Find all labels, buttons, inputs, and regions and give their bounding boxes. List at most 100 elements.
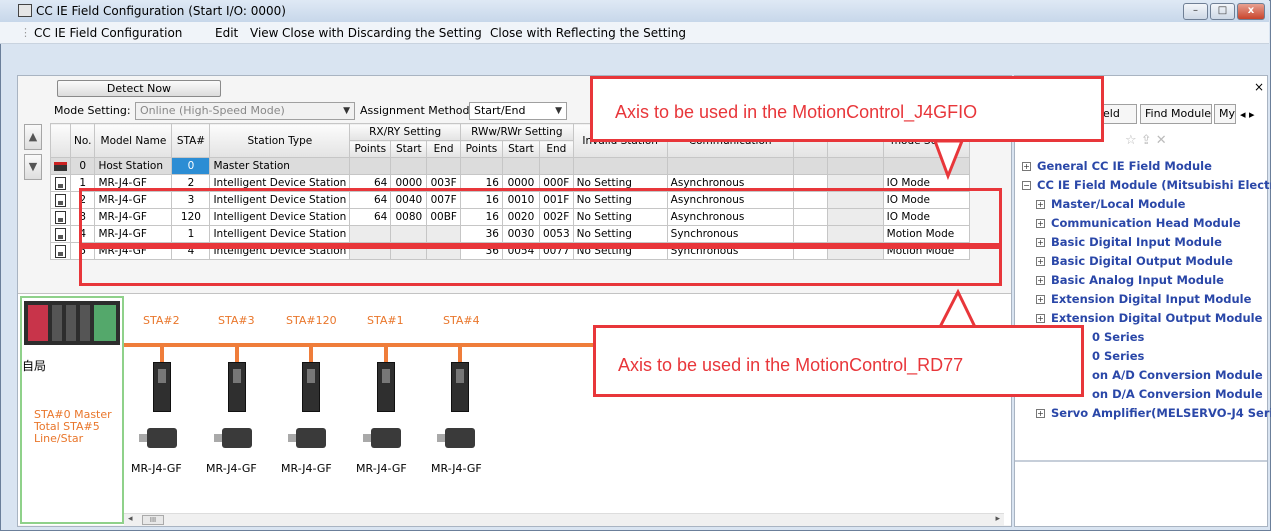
tab-scroll-arrows-icon[interactable]: ◂ ▸	[1240, 108, 1255, 121]
detect-now-button[interactable]: Detect Now	[57, 80, 221, 97]
header-rw-start: Start	[501, 140, 540, 158]
panel-splitter[interactable]	[1015, 460, 1267, 462]
cell-invalid	[572, 157, 668, 175]
servo-amplifier-icon[interactable]	[288, 362, 326, 462]
menu-view[interactable]: View	[250, 26, 278, 40]
tree-item-label: Servo Amplifier(MELSERVO-J4 Seri	[1051, 406, 1271, 420]
tab-my-favorites[interactable]: My	[1214, 104, 1236, 124]
servo-amplifier-icon	[55, 193, 66, 207]
cell-rw-start	[501, 157, 540, 175]
station-model-label: MR-J4-GF	[206, 462, 257, 475]
menu-close-discarding[interactable]: Close with Discarding the Setting	[282, 26, 482, 40]
cell-rx-start	[390, 157, 428, 175]
menu-grip: ⋮	[20, 26, 31, 39]
scroll-left-icon[interactable]: ◂	[128, 514, 133, 524]
tree-item-ad-conversion-module[interactable]: on A/D Conversion Module	[1092, 368, 1263, 382]
expand-icon[interactable]: +	[1036, 238, 1045, 247]
maximize-button[interactable]: □	[1210, 3, 1235, 20]
tree-item-label: Basic Digital Input Module	[1051, 235, 1222, 249]
callout-rd77: Axis to be used in the MotionControl_RD7…	[593, 325, 1084, 397]
scroll-thumb[interactable]: III	[142, 515, 164, 525]
cell-model: Host Station	[94, 157, 173, 175]
menu-close-reflecting[interactable]: Close with Reflecting the Setting	[490, 26, 686, 40]
app-icon	[18, 4, 32, 17]
tree-item-master-local-module[interactable]: + Master/Local Module	[1036, 197, 1185, 211]
diagram-horizontal-scrollbar[interactable]: ◂ III ▸	[124, 513, 1004, 526]
panel-close-icon[interactable]: ×	[1254, 80, 1264, 94]
station-icon-cell	[50, 225, 71, 243]
header-model-name[interactable]: Model Name	[94, 123, 173, 158]
host-station-icon	[54, 161, 67, 171]
expand-icon[interactable]: +	[1036, 200, 1045, 209]
expand-icon[interactable]: +	[1036, 257, 1045, 266]
expand-icon[interactable]: +	[1036, 295, 1045, 304]
move-down-button[interactable]: ▼	[24, 154, 42, 180]
favorite-toolbar-icons: ☆ ⇪ ✕	[1125, 133, 1167, 148]
header-rx-end: End	[426, 140, 461, 158]
cell-rx-points	[349, 157, 392, 175]
tree-item-series-b[interactable]: 0 Series	[1092, 349, 1144, 363]
tree-item-extension-digital-output-module[interactable]: + Extension Digital Output Module	[1036, 311, 1262, 325]
cell-blank-2	[826, 157, 884, 175]
minimize-button[interactable]: –	[1183, 3, 1208, 20]
header-rw-points: Points	[459, 140, 503, 158]
header-station-type[interactable]: Station Type	[209, 123, 351, 158]
menu-cc-ie-field-configuration[interactable]: CC IE Field Configuration	[34, 26, 182, 40]
mode-setting-value: Online (High-Speed Mode)	[140, 104, 285, 117]
assignment-method-label: Assignment Method:	[360, 104, 474, 117]
servo-amplifier-icon	[55, 227, 66, 241]
servo-amplifier-icon[interactable]	[363, 362, 401, 462]
cell-sta[interactable]: 0	[171, 157, 211, 175]
expand-icon[interactable]: +	[1036, 409, 1045, 418]
collapse-icon[interactable]: −	[1022, 181, 1031, 190]
move-up-button[interactable]: ▲	[24, 124, 42, 150]
plc-module-icon	[24, 301, 120, 345]
station-icon-cell	[50, 191, 71, 209]
servo-amplifier-icon[interactable]	[437, 362, 475, 462]
tree-item-series-a[interactable]: 0 Series	[1092, 330, 1144, 344]
servo-amplifier-icon[interactable]	[214, 362, 252, 462]
station-model-label: MR-J4-GF	[281, 462, 332, 475]
menu-edit[interactable]: Edit	[215, 26, 238, 40]
host-station-icon-cell	[50, 157, 71, 175]
bus-drop-line	[458, 345, 462, 362]
tree-item-communication-head-module[interactable]: + Communication Head Module	[1036, 216, 1241, 230]
scroll-right-icon[interactable]: ▸	[995, 514, 1000, 524]
station-label-sta120: STA#120	[286, 314, 337, 327]
expand-icon[interactable]: +	[1036, 314, 1045, 323]
bus-drop-line	[309, 345, 313, 362]
header-sta[interactable]: STA#	[171, 123, 211, 158]
header-icon-col	[50, 123, 71, 158]
tree-item-basic-digital-input-module[interactable]: + Basic Digital Input Module	[1036, 235, 1222, 249]
station-icon-cell	[50, 174, 71, 192]
station-model-label: MR-J4-GF	[131, 462, 182, 475]
table-row[interactable]: 0 Host Station 0 Master Station	[50, 157, 970, 175]
dropdown-arrow-icon: ▼	[343, 106, 350, 116]
assignment-method-value: Start/End	[474, 104, 526, 117]
expand-icon[interactable]: +	[1036, 219, 1045, 228]
tree-item-extension-digital-input-module[interactable]: + Extension Digital Input Module	[1036, 292, 1251, 306]
assignment-method-select[interactable]: Start/End ▼	[469, 102, 567, 120]
tree-item-servo-amplifier[interactable]: + Servo Amplifier(MELSERVO-J4 Seri	[1036, 406, 1271, 420]
tab-find-module[interactable]: Find Module	[1140, 104, 1212, 124]
tree-item-label: General CC IE Field Module	[1037, 159, 1212, 173]
tree-item-label: Extension Digital Output Module	[1051, 311, 1263, 325]
station-label-sta3: STA#3	[218, 314, 255, 327]
tree-item-basic-analog-input-module[interactable]: + Basic Analog Input Module	[1036, 273, 1224, 287]
expand-icon[interactable]: +	[1036, 276, 1045, 285]
mode-setting-select[interactable]: Online (High-Speed Mode) ▼	[135, 102, 355, 120]
expand-icon[interactable]: +	[1022, 162, 1031, 171]
header-no[interactable]: No.	[69, 123, 96, 158]
bus-drop-line	[160, 345, 164, 362]
tree-item-label: Extension Digital Input Module	[1051, 292, 1252, 306]
close-button[interactable]: x	[1237, 3, 1265, 20]
station-icon-cell	[50, 242, 71, 260]
servo-amplifier-icon	[55, 244, 66, 258]
servo-amplifier-icon[interactable]	[139, 362, 177, 462]
tree-item-cc-ie-field-module-mitsubishi[interactable]: − CC IE Field Module (Mitsubishi Electric	[1022, 178, 1271, 192]
tree-item-general-cc-ie-field-module[interactable]: + General CC IE Field Module	[1022, 159, 1212, 173]
cell-rw-end	[538, 157, 574, 175]
tree-item-da-conversion-module[interactable]: on D/A Conversion Module	[1092, 387, 1263, 401]
station-label-sta2: STA#2	[143, 314, 180, 327]
tree-item-basic-digital-output-module[interactable]: + Basic Digital Output Module	[1036, 254, 1233, 268]
